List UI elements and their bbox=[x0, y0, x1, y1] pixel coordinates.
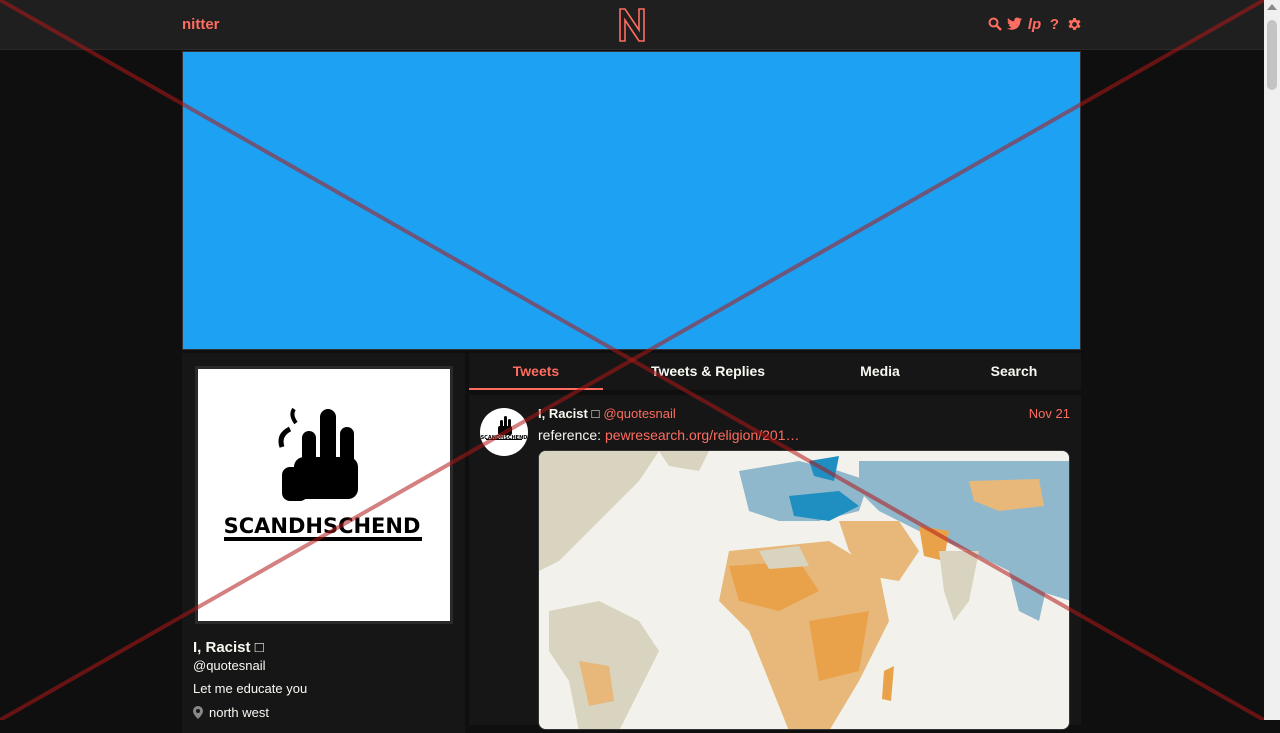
tweet-header: I, Racist □ @quotesnail bbox=[538, 406, 676, 421]
tweet-author-handle[interactable]: @quotesnail bbox=[603, 406, 675, 421]
nitter-logo-icon[interactable] bbox=[616, 6, 648, 44]
tab-search[interactable]: Search bbox=[947, 353, 1081, 390]
location-pin-icon bbox=[193, 706, 203, 719]
tweet-author-name[interactable]: I, Racist □ bbox=[538, 406, 599, 421]
nav-icons: lp ? bbox=[987, 15, 1082, 33]
profile-avatar[interactable]: SCANDHSCHEND bbox=[195, 366, 453, 624]
page-scrollbar[interactable] bbox=[1264, 0, 1280, 720]
avatar-image: SCANDHSCHEND bbox=[198, 369, 450, 621]
gear-icon[interactable] bbox=[1067, 15, 1082, 33]
svg-text:SCANDHSCHEND: SCANDHSCHEND bbox=[481, 435, 528, 441]
search-icon[interactable] bbox=[987, 15, 1002, 33]
brand-link[interactable]: nitter bbox=[182, 16, 220, 33]
tab-tweets-replies[interactable]: Tweets & Replies bbox=[603, 353, 813, 390]
tweet-text: reference: pewresearch.org/religion/201… bbox=[538, 427, 800, 443]
raised-hand-logo-icon: SCANDHSCHEND bbox=[220, 407, 422, 541]
tweet-media-world-map[interactable] bbox=[538, 450, 1070, 730]
profile-bio: Let me educate you bbox=[193, 681, 308, 696]
tab-media[interactable]: Media bbox=[813, 353, 947, 390]
timeline-tabs: Tweets Tweets & Replies Media Search bbox=[469, 353, 1081, 390]
lp-icon[interactable]: lp bbox=[1027, 15, 1042, 33]
scroll-thumb[interactable] bbox=[1267, 20, 1277, 90]
profile-handle[interactable]: @quotesnail bbox=[193, 658, 265, 673]
help-icon[interactable]: ? bbox=[1047, 15, 1062, 33]
tweet-date[interactable]: Nov 21 bbox=[1029, 406, 1070, 421]
twitter-bird-icon[interactable] bbox=[1007, 15, 1022, 33]
location-text: north west bbox=[209, 705, 269, 720]
tweet-link[interactable]: pewresearch.org/religion/201… bbox=[605, 427, 800, 443]
top-navbar: nitter lp ? bbox=[0, 0, 1264, 50]
tweet-avatar[interactable]: SCANDHSCHEND bbox=[480, 408, 528, 456]
profile-location: north west bbox=[193, 705, 269, 720]
profile-banner[interactable] bbox=[182, 51, 1081, 350]
profile-name: I, Racist □ bbox=[193, 639, 264, 656]
tweet-item[interactable]: SCANDHSCHEND I, Racist □ @quotesnail Nov … bbox=[469, 395, 1081, 730]
profile-card: SCANDHSCHEND I, Racist □ @quotesnail Let… bbox=[182, 353, 465, 733]
scroll-up-arrow-icon[interactable] bbox=[1267, 4, 1277, 10]
tweet-text-prefix: reference: bbox=[538, 427, 605, 443]
svg-text:SCANDHSCHEND: SCANDHSCHEND bbox=[224, 514, 421, 538]
tab-tweets[interactable]: Tweets bbox=[469, 353, 603, 390]
